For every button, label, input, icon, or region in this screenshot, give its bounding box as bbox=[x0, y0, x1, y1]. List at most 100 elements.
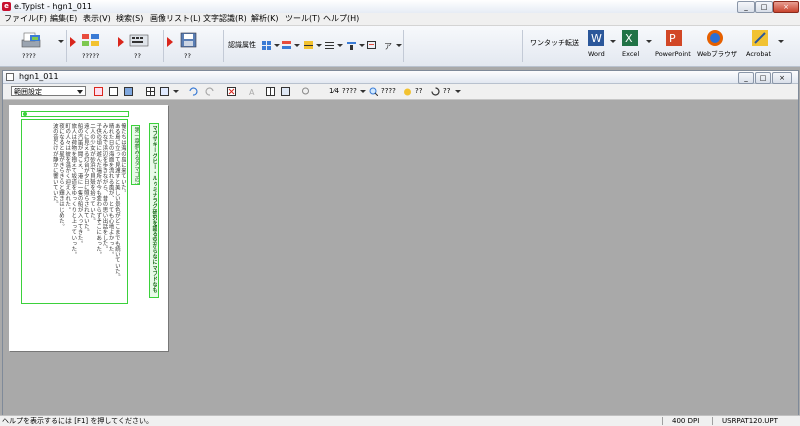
doc-close-button[interactable]: × bbox=[772, 72, 792, 84]
excel-icon[interactable]: X bbox=[620, 29, 640, 47]
select-area-icon[interactable] bbox=[94, 87, 103, 96]
menu-search[interactable]: 検索(S) bbox=[116, 13, 143, 25]
doc-minimize-button[interactable]: _ bbox=[738, 72, 754, 84]
status-bar: ヘルプを表示するには [F1] を押してください。 400 DPI USRPAT… bbox=[0, 415, 800, 426]
ocr-region-headline[interactable]: マブザキーグピー・ルゥミナラグ研究を語る空からなにマブドなも bbox=[149, 123, 159, 298]
redo-icon[interactable] bbox=[205, 87, 214, 96]
chevron-down-icon[interactable] bbox=[173, 90, 179, 93]
color-format-icon[interactable] bbox=[282, 41, 292, 50]
chevron-down-icon[interactable] bbox=[646, 40, 652, 43]
chevron-down-icon[interactable] bbox=[455, 90, 461, 93]
menu-help[interactable]: ヘルプ(H) bbox=[323, 13, 359, 25]
chevron-down-icon[interactable] bbox=[337, 44, 343, 47]
region-handle bbox=[23, 112, 27, 116]
range-setting-select[interactable]: 範囲設定 bbox=[11, 86, 86, 96]
page-preview[interactable]: マブザキーグピー・ルゥミナラグ研究を語る空からなにマブドなも 第一章夢みるタマゴ… bbox=[9, 105, 168, 351]
maximize-button[interactable]: □ bbox=[755, 1, 773, 13]
furigana-icon[interactable]: ア bbox=[384, 41, 394, 50]
menu-edit[interactable]: 編集(E) bbox=[50, 13, 77, 25]
chevron-down-icon[interactable] bbox=[610, 40, 616, 43]
hand-icon[interactable] bbox=[403, 87, 412, 96]
play-arrow-icon bbox=[118, 37, 124, 47]
grid-format-icon[interactable] bbox=[262, 41, 272, 50]
btn2-label: ????? bbox=[82, 52, 100, 60]
menu-file[interactable]: ファイル(F) bbox=[4, 13, 47, 25]
word-label: Word bbox=[588, 50, 605, 58]
separator bbox=[522, 30, 523, 62]
acrobat-icon[interactable] bbox=[750, 29, 770, 47]
menu-image-list[interactable]: 画像リスト(L) bbox=[150, 13, 201, 25]
chevron-down-icon[interactable] bbox=[396, 44, 402, 47]
menu-recognition[interactable]: 文字認識(R) bbox=[203, 13, 247, 25]
fit-tool-label[interactable]: ???? bbox=[381, 87, 396, 96]
text-tool-icon[interactable]: A bbox=[249, 87, 258, 96]
rotate-tool-label[interactable]: ?? bbox=[443, 87, 450, 96]
excel-label: Excel bbox=[622, 50, 640, 58]
chevron-down-icon[interactable] bbox=[77, 90, 83, 94]
powerpoint-icon[interactable]: P bbox=[664, 29, 684, 47]
minimize-button[interactable]: _ bbox=[737, 1, 755, 13]
rotate-icon[interactable] bbox=[431, 87, 440, 96]
recognize-icon[interactable] bbox=[128, 31, 150, 49]
table-icon[interactable] bbox=[304, 41, 314, 50]
ribbon-toolbar: ???? ????? ?? ?? 認識属性 ア ワンタッチ転送 W Word X… bbox=[0, 26, 800, 67]
text-area-icon[interactable] bbox=[109, 87, 118, 96]
separator bbox=[163, 30, 164, 62]
ocr-region-subtitle[interactable]: 第一章夢みるタマゴの話…平成27年 bbox=[131, 125, 140, 185]
undo-icon[interactable] bbox=[189, 87, 198, 96]
separator bbox=[223, 30, 224, 62]
frame-icon[interactable] bbox=[367, 41, 377, 50]
save-icon[interactable] bbox=[178, 31, 200, 49]
acrobat-label: Acrobat bbox=[746, 50, 772, 58]
svg-text:X: X bbox=[625, 32, 633, 45]
svg-text:A: A bbox=[249, 88, 255, 96]
btn3-label: ?? bbox=[134, 52, 141, 60]
document-window: hgn1_011 _ □ × 範囲設定 A 1⁄4 ???? ???? ?? ?… bbox=[2, 70, 799, 416]
doc-restore-button[interactable]: □ bbox=[755, 72, 771, 84]
delete-area-icon[interactable] bbox=[227, 87, 236, 96]
document-toolbar: 範囲設定 A 1⁄4 ???? ???? ?? ?? bbox=[3, 84, 798, 100]
chevron-down-icon[interactable] bbox=[274, 44, 280, 47]
powerpoint-label: PowerPoint bbox=[655, 50, 691, 58]
document-icon bbox=[6, 73, 14, 81]
document-title: hgn1_011 bbox=[19, 72, 59, 81]
svg-text:ア: ア bbox=[384, 42, 392, 50]
zoom-icon[interactable] bbox=[369, 87, 378, 96]
layout-analysis-icon[interactable] bbox=[80, 31, 102, 49]
table-area-icon[interactable] bbox=[146, 87, 155, 96]
close-button[interactable]: × bbox=[773, 1, 799, 13]
menu-analysis[interactable]: 解析(K) bbox=[251, 13, 279, 25]
menu-tools[interactable]: ツール(T) bbox=[285, 13, 320, 25]
image-area-icon[interactable] bbox=[124, 87, 133, 96]
btn1-label: ???? bbox=[22, 52, 36, 60]
split-icon[interactable] bbox=[266, 87, 275, 96]
play-arrow-icon bbox=[70, 37, 76, 47]
ocr-region-header[interactable] bbox=[21, 111, 129, 117]
chevron-down-icon[interactable] bbox=[360, 90, 366, 93]
btn4-label: ?? bbox=[184, 52, 191, 60]
pan-tool-label[interactable]: ?? bbox=[415, 87, 422, 96]
chevron-down-icon[interactable] bbox=[359, 44, 365, 47]
document-title-bar: hgn1_011 _ □ × bbox=[3, 71, 798, 84]
body-text: 俺たちは海の島に来ていた。 ある島に立って見渡すと美しい景色がどこまでも続いてい… bbox=[51, 123, 126, 280]
chevron-down-icon[interactable] bbox=[316, 44, 322, 47]
headline-text: マブザキーグピー・ルゥミナラグ研究を語る空からなにマブドなも bbox=[151, 125, 158, 293]
text-direction-icon[interactable] bbox=[347, 41, 357, 50]
zoom-level[interactable]: 1⁄4 bbox=[329, 87, 339, 96]
title-bar: e e.Typist - hgn1_011 _ □ × bbox=[0, 0, 800, 14]
chevron-down-icon[interactable] bbox=[778, 40, 784, 43]
merge-icon[interactable] bbox=[281, 87, 290, 96]
scanner-icon[interactable] bbox=[20, 31, 42, 49]
word-icon[interactable]: W bbox=[586, 29, 606, 47]
zoom-tool-label[interactable]: ???? bbox=[342, 87, 357, 96]
align-icon[interactable] bbox=[325, 41, 335, 50]
svg-text:W: W bbox=[591, 32, 602, 45]
hint-icon[interactable] bbox=[301, 87, 310, 96]
chevron-down-icon[interactable] bbox=[58, 40, 64, 43]
recognition-attribute-label: 認識属性 bbox=[228, 41, 256, 49]
browser-icon[interactable] bbox=[705, 29, 725, 47]
chevron-down-icon[interactable] bbox=[294, 44, 300, 47]
separator bbox=[712, 417, 713, 425]
column-area-icon[interactable] bbox=[160, 87, 169, 96]
menu-view[interactable]: 表示(V) bbox=[83, 13, 111, 25]
